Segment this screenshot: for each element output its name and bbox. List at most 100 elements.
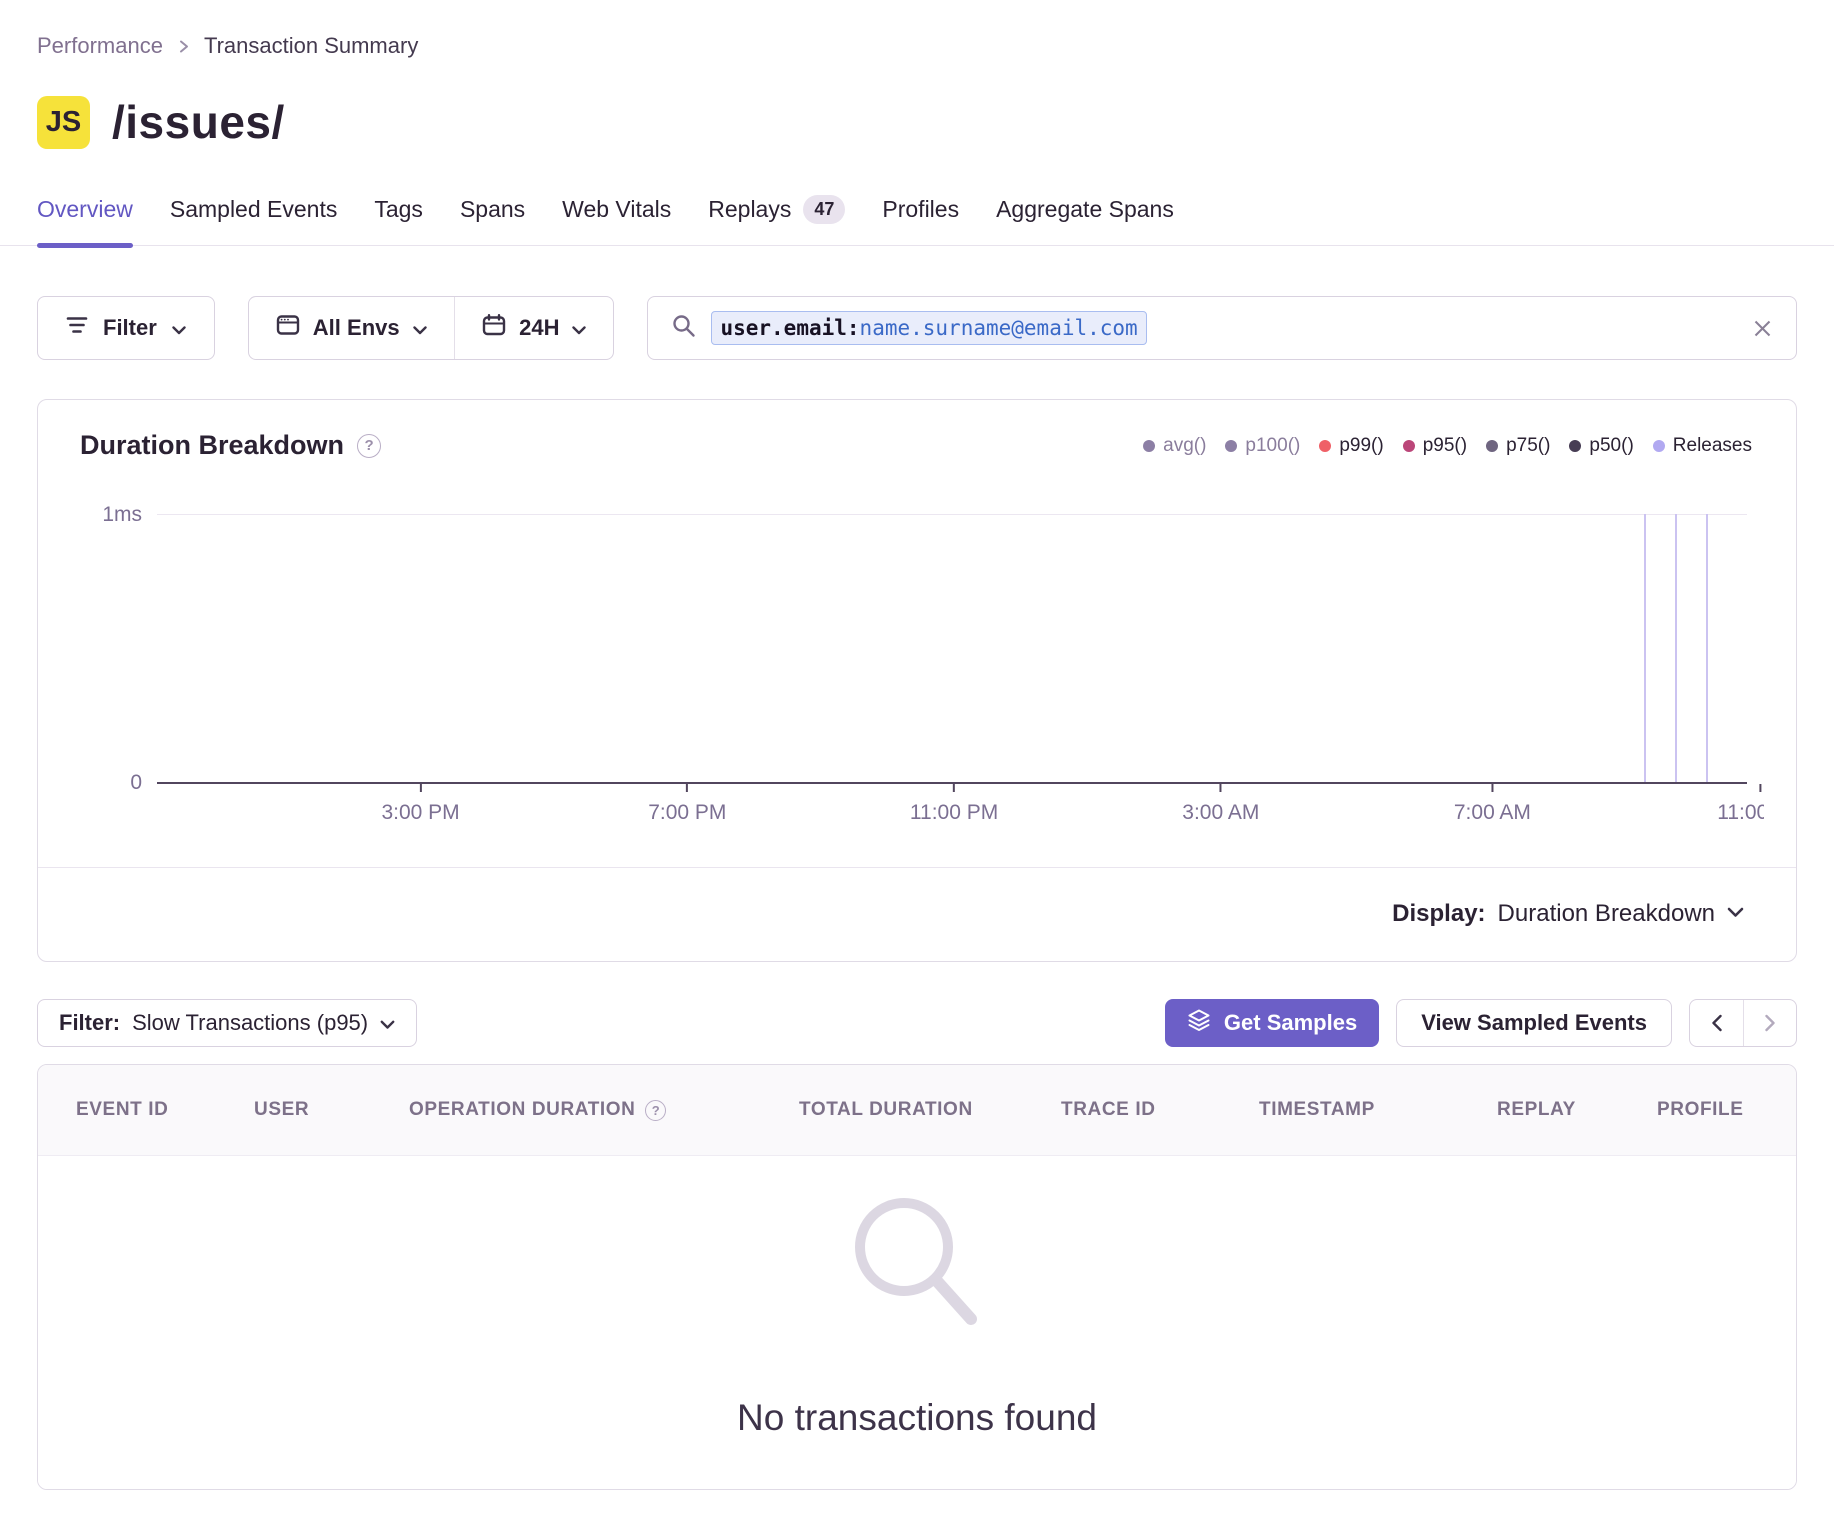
transaction-filter-selector[interactable]: Filter: Slow Transactions (p95) [37, 999, 417, 1047]
get-samples-button[interactable]: Get Samples [1165, 999, 1379, 1047]
previous-page-button[interactable] [1690, 1000, 1743, 1046]
legend-dot [1653, 440, 1665, 452]
tab-spans[interactable]: Spans [460, 195, 525, 245]
search-token-value: name.surname@email.com [860, 316, 1138, 340]
search-token-key: user.email: [720, 316, 859, 340]
chevron-down-icon [172, 315, 186, 341]
environment-label: All Envs [313, 315, 400, 341]
gridline [157, 514, 1747, 515]
search-icon [672, 314, 696, 343]
get-samples-label: Get Samples [1224, 1010, 1357, 1036]
column-header-event-id: EVENT ID [76, 1099, 254, 1121]
x-tick: 7:00 PM [648, 784, 726, 825]
samples-actions: Get Samples View Sampled Events [1165, 999, 1797, 1047]
empty-search-icon [841, 1188, 993, 1351]
column-header-user: USER [254, 1099, 409, 1121]
x-tick: 3:00 PM [381, 784, 459, 825]
tab-web-vitals[interactable]: Web Vitals [562, 195, 671, 245]
tab-overview[interactable]: Overview [37, 195, 133, 245]
column-header-trace-id: TRACE ID [1061, 1099, 1259, 1121]
y-axis-label-max: 1ms [102, 503, 142, 527]
display-label: Display: [1392, 900, 1485, 928]
transaction-filter-value: Slow Transactions (p95) [132, 1010, 368, 1036]
chart-header: Duration Breakdown ? avg() p100() p99() … [38, 400, 1796, 461]
filter-button[interactable]: Filter [37, 296, 215, 360]
chevron-down-icon [572, 315, 586, 341]
close-icon [1753, 319, 1772, 338]
legend-dot [1569, 440, 1581, 452]
table-header-row: EVENT ID USER OPERATION DURATION ? TOTAL… [38, 1065, 1796, 1156]
legend-item-p95[interactable]: p95() [1403, 435, 1467, 457]
replays-count-badge: 47 [803, 195, 845, 224]
tab-aggregate-spans[interactable]: Aggregate Spans [996, 195, 1174, 245]
column-header-total-duration: TOTAL DURATION [799, 1099, 1061, 1121]
chevron-down-icon [1727, 905, 1744, 923]
tab-sampled-events[interactable]: Sampled Events [170, 195, 337, 245]
duration-breakdown-card: Duration Breakdown ? avg() p100() p99() … [37, 399, 1797, 962]
help-icon[interactable]: ? [645, 1100, 666, 1121]
legend-item-p50[interactable]: p50() [1569, 435, 1633, 457]
filter-controls-row: Filter All Envs 24H [0, 296, 1834, 360]
x-tick: 3:00 AM [1182, 784, 1259, 825]
window-icon [276, 314, 300, 342]
column-header-replay: REPLAY [1497, 1099, 1657, 1121]
breadcrumb-chevron-icon [177, 33, 190, 59]
x-axis-labels: 3:00 PM 7:00 PM 11:00 PM 3:00 AM 7:00 AM… [157, 784, 1764, 842]
filter-icon [66, 315, 88, 341]
filter-button-label: Filter [103, 315, 157, 341]
column-header-profile: PROFILE [1657, 1099, 1758, 1121]
tab-replays[interactable]: Replays 47 [708, 195, 845, 245]
legend-item-p75[interactable]: p75() [1486, 435, 1550, 457]
next-page-button[interactable] [1743, 1000, 1796, 1046]
tab-tags[interactable]: Tags [374, 195, 423, 245]
release-marker-line[interactable] [1706, 514, 1708, 784]
page-title: /issues/ [112, 95, 285, 149]
transactions-table: EVENT ID USER OPERATION DURATION ? TOTAL… [37, 1064, 1797, 1490]
tab-profiles[interactable]: Profiles [882, 195, 959, 245]
help-icon[interactable]: ? [357, 434, 381, 458]
column-header-operation-duration: OPERATION DURATION ? [409, 1099, 799, 1121]
y-axis-label-zero: 0 [130, 771, 142, 795]
environment-selector[interactable]: All Envs [249, 297, 454, 359]
legend-item-avg[interactable]: avg() [1143, 435, 1206, 457]
breadcrumb-transaction-summary: Transaction Summary [204, 33, 418, 59]
calendar-icon [482, 314, 506, 342]
x-tick: 11:00 PM [910, 784, 998, 825]
tab-bar: Overview Sampled Events Tags Spans Web V… [0, 195, 1834, 246]
display-selector[interactable]: Display: Duration Breakdown [38, 866, 1796, 961]
samples-toolbar: Filter: Slow Transactions (p95) Get Samp… [37, 999, 1797, 1047]
x-tick: 7:00 AM [1454, 784, 1531, 825]
clear-search-button[interactable] [1753, 319, 1772, 338]
date-range-selector[interactable]: 24H [455, 297, 613, 359]
chart-title: Duration Breakdown [80, 430, 344, 461]
legend-dot [1319, 440, 1331, 452]
platform-js-badge: JS [37, 96, 90, 149]
stack-icon [1187, 1008, 1211, 1038]
breadcrumb: Performance Transaction Summary [0, 0, 1834, 59]
title-row: JS /issues/ [0, 95, 1834, 149]
display-value: Duration Breakdown [1498, 900, 1715, 928]
legend-item-p100[interactable]: p100() [1225, 435, 1300, 457]
column-header-timestamp: TIMESTAMP [1259, 1099, 1497, 1121]
transaction-summary-page: Performance Transaction Summary JS /issu… [0, 0, 1834, 1532]
chevron-down-icon [413, 315, 427, 341]
empty-state-message: No transactions found [737, 1397, 1097, 1439]
date-range-label: 24H [519, 315, 559, 341]
chart-plot-area: 1ms 0 3:00 PM 7:00 PM 11:00 PM 3:00 AM 7… [157, 514, 1747, 784]
search-input[interactable]: user.email:name.surname@email.com [647, 296, 1797, 360]
release-marker-line[interactable] [1644, 514, 1646, 784]
legend-dot [1225, 440, 1237, 452]
env-date-group: All Envs 24H [248, 296, 615, 360]
chart-legend: avg() p100() p99() p95() p75() p50() Rel… [1143, 435, 1752, 457]
legend-dot [1143, 440, 1155, 452]
view-sampled-events-button[interactable]: View Sampled Events [1396, 999, 1672, 1047]
chevron-left-icon [1711, 1014, 1723, 1032]
chevron-right-icon [1764, 1014, 1776, 1032]
release-marker-line[interactable] [1675, 514, 1677, 784]
chevron-down-icon [380, 1010, 395, 1036]
legend-item-p99[interactable]: p99() [1319, 435, 1383, 457]
breadcrumb-performance[interactable]: Performance [37, 33, 163, 59]
transaction-filter-label: Filter: [59, 1010, 120, 1036]
search-token[interactable]: user.email:name.surname@email.com [711, 311, 1146, 345]
legend-item-releases[interactable]: Releases [1653, 435, 1752, 457]
